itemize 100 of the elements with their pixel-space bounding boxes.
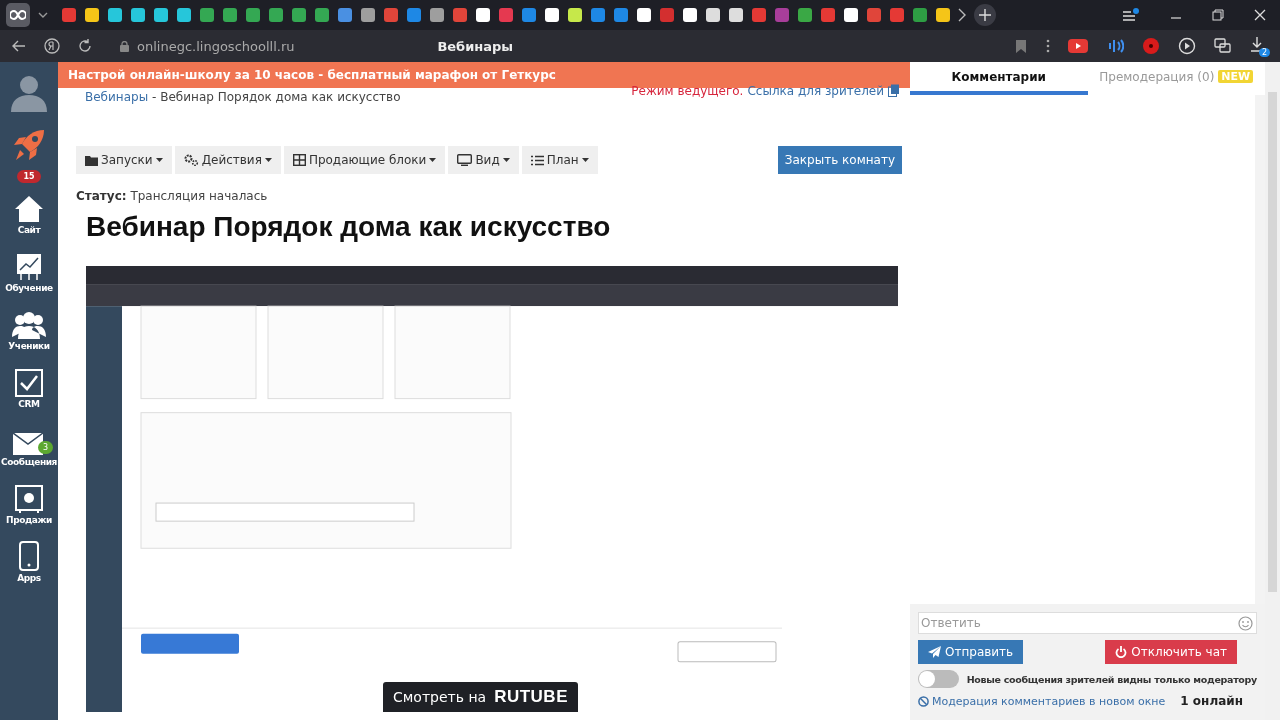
tab-favicon-icon[interactable] [637, 8, 651, 22]
tab-favicon-icon[interactable] [936, 8, 950, 22]
tab-favicon-icon[interactable] [315, 8, 329, 22]
sidebar-item[interactable]: Ученики [8, 309, 50, 351]
tab-favicon-icon[interactable] [154, 8, 168, 22]
phone-icon [19, 541, 39, 571]
tab-favicon-icon[interactable] [844, 8, 858, 22]
infinity-icon [10, 10, 26, 20]
tab-favicon-icon[interactable] [545, 8, 559, 22]
tab-favicon-icon[interactable] [568, 8, 582, 22]
sidebar-item[interactable]: Продажи [6, 483, 52, 525]
watch-on-rutube-button[interactable]: Смотреть на RUTUBE [383, 682, 578, 712]
scrollbar[interactable] [1265, 62, 1280, 720]
paper-plane-icon [928, 646, 941, 658]
toggle-switch[interactable] [918, 670, 959, 688]
tab-favicon-icon[interactable] [223, 8, 237, 22]
tab-favicon-icon[interactable] [269, 8, 283, 22]
grid-icon [292, 154, 306, 166]
record-icon[interactable] [1142, 37, 1160, 55]
status-text: Статус: Трансляция началась [75, 188, 269, 203]
download-icon[interactable] [1250, 35, 1264, 52]
caret-icon [429, 158, 437, 162]
tab-favicon-icon[interactable] [775, 8, 789, 22]
tab-favicon-icon[interactable] [729, 8, 743, 22]
bookmark-icon[interactable] [1016, 39, 1026, 53]
tab-favicon-icon[interactable] [706, 8, 720, 22]
tab-favicon-icon[interactable] [62, 8, 76, 22]
breadcrumb-link[interactable]: Вебинары [85, 90, 149, 108]
lock-icon [120, 40, 129, 52]
sidebar-item[interactable]: CRM [15, 367, 43, 409]
tab-favicon-icon[interactable] [913, 8, 927, 22]
list-icon [530, 154, 544, 166]
caret-icon [581, 158, 589, 162]
toggle-label: Новые сообщения зрителей видны только модератору [966, 673, 1257, 685]
tab-favicon-icon[interactable] [867, 8, 881, 22]
gears-icon [183, 154, 199, 166]
close-icon[interactable] [1254, 9, 1266, 21]
tab-favicon-icon[interactable] [890, 8, 904, 22]
video-play-icon[interactable] [1068, 39, 1088, 53]
copy-icon[interactable] [888, 84, 900, 97]
toolbar-dropdown-button[interactable]: Запуски [76, 146, 172, 174]
tab-favicon-icon[interactable] [798, 8, 812, 22]
tab-favicon-icon[interactable] [522, 8, 536, 22]
new-badge: NEW [1218, 70, 1254, 83]
play-circle-icon[interactable] [1178, 37, 1196, 55]
sidebar-item[interactable]: 3 Сообщения [1, 425, 57, 467]
tab-favicon-icon[interactable] [752, 8, 766, 22]
reload-icon[interactable] [78, 39, 92, 53]
caret-icon [502, 158, 510, 162]
tab-favicon-icon[interactable] [407, 8, 421, 22]
toolbar-dropdown-button[interactable]: Вид [448, 146, 519, 174]
sidebar-item[interactable]: Apps [17, 541, 41, 583]
circle-letter-icon[interactable] [44, 38, 60, 54]
close-room-button[interactable]: Закрыть комнату [777, 146, 902, 174]
tab-favicon-icon[interactable] [453, 8, 467, 22]
toolbar-dropdown-button[interactable]: Действия [174, 146, 281, 174]
restore-icon[interactable] [1212, 9, 1224, 21]
reply-field[interactable]: Ответить [918, 612, 1257, 634]
tab-favicon-icon[interactable] [821, 8, 835, 22]
chat-bubbles-icon[interactable] [1214, 38, 1232, 54]
folder-icon [85, 154, 98, 166]
tab-favicon-icon[interactable] [614, 8, 628, 22]
tab-favicon-icon[interactable] [108, 8, 122, 22]
tab-favicon-icon[interactable] [499, 8, 513, 22]
emoji-icon[interactable] [1238, 616, 1253, 631]
tab-favicon-icon[interactable] [246, 8, 260, 22]
tab-favicon-icon[interactable] [476, 8, 490, 22]
toolbar-dropdown-button[interactable]: Продающие блоки [283, 146, 446, 174]
tab-favicon-icon[interactable] [85, 8, 99, 22]
tab-list-icon[interactable] [1122, 8, 1140, 22]
disable-chat-button[interactable]: Отключить чат [1105, 640, 1237, 664]
notification-badge[interactable]: 15 [17, 170, 41, 183]
tab-favicon-icon[interactable] [292, 8, 306, 22]
chevron-right-icon[interactable] [958, 8, 966, 22]
more-icon[interactable] [1046, 39, 1050, 53]
tab-favicon-icon[interactable] [131, 8, 145, 22]
toolbar-dropdown-button[interactable]: План [521, 146, 598, 174]
power-icon [1115, 646, 1128, 658]
tab-favicon-icon[interactable] [430, 8, 444, 22]
tab-favicon-icon[interactable] [338, 8, 352, 22]
moderation-link[interactable]: Модерация комментариев в новом окне [918, 694, 1166, 708]
new-tab-icon[interactable] [974, 4, 996, 26]
tab-favicon-icon[interactable] [177, 8, 191, 22]
sidebar-item[interactable]: Сайт [14, 193, 44, 235]
tab-favicon-icon[interactable] [591, 8, 605, 22]
caret-icon [264, 158, 272, 162]
sound-waves-icon[interactable] [1106, 38, 1124, 54]
tab-favicon-icon[interactable] [200, 8, 214, 22]
back-icon[interactable] [12, 40, 26, 52]
sidebar-item[interactable]: Обучение [5, 251, 53, 293]
tab-favicon-icon[interactable] [384, 8, 398, 22]
browser-menu-button[interactable] [6, 3, 30, 27]
monitor-icon [457, 154, 473, 166]
tab-favicon-icon[interactable] [361, 8, 375, 22]
send-button[interactable]: Отправить [918, 640, 1024, 664]
chevron-down-icon[interactable] [38, 12, 48, 18]
tab-favicon-icon[interactable] [683, 8, 697, 22]
rocket-icon[interactable] [12, 128, 46, 162]
tab-favicon-icon[interactable] [660, 8, 674, 22]
download-count-badge: 2 [1258, 47, 1270, 57]
